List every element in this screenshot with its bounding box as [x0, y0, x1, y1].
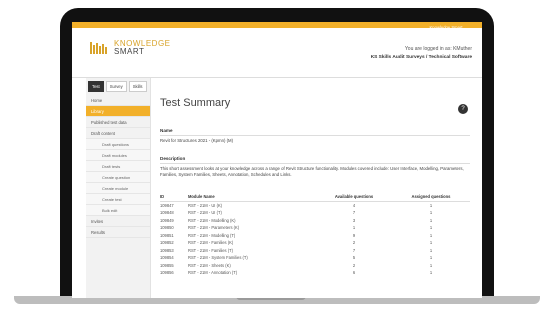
organisation-text[interactable]: KS Skills Audit Surveys / Technical Soft…: [371, 55, 472, 60]
laptop-screen: Knowledge Smart KNOWLEDGE SMART You are …: [72, 22, 482, 298]
table-row[interactable]: 109848 RST - 21M - UI (T) 7 1: [160, 209, 470, 217]
table-cell: 109853: [160, 247, 174, 253]
table-cell: 109852: [160, 240, 174, 246]
sidebar-item[interactable]: Published test data: [86, 117, 150, 128]
sidebar-item[interactable]: Create module: [86, 183, 150, 194]
test-description: This short assessment looks at your know…: [160, 166, 464, 177]
table-cell: RST - 21M - Sheets (K): [188, 262, 231, 268]
table-cell: RST - 21M - Modelling (K): [188, 217, 236, 223]
page-title: Test Summary: [160, 97, 231, 109]
logo-word-smart: SMART: [114, 47, 145, 56]
sidebar-item[interactable]: Invites: [86, 216, 150, 227]
tab-test[interactable]: Test: [88, 81, 104, 92]
table-cell: 109848: [160, 210, 174, 216]
table-cell: RST - 21M - Families (T): [188, 247, 233, 253]
sidebar-item[interactable]: Results: [86, 227, 150, 238]
table-cell: RST - 21M - Modelling (T): [188, 232, 236, 238]
divider: [160, 163, 470, 164]
app-header: KNOWLEDGE SMART You are logged in as: KM…: [72, 28, 482, 78]
table-cell: 109851: [160, 232, 174, 238]
table-row[interactable]: 109849 RST - 21M - Modelling (K) 3 1: [160, 217, 470, 225]
table-cell: 7: [352, 247, 356, 253]
table-cell: 2: [352, 262, 356, 268]
table-header-row: ID Module Name Available questions Assig…: [160, 193, 470, 202]
table-cell: 7: [352, 210, 356, 216]
table-cell: 6: [352, 270, 356, 276]
table-cell: 1: [429, 232, 433, 238]
table-cell: 4: [352, 202, 356, 208]
divider: [160, 135, 470, 136]
table-cell: 3: [352, 217, 356, 223]
column-header-available: Available questions: [334, 194, 374, 200]
column-header-id: ID: [160, 194, 165, 200]
tab-skills[interactable]: Skills: [128, 81, 147, 92]
main-content: Test Summary ? Name Revit for Structures…: [160, 78, 472, 298]
table-cell: RST - 21M - UI (T): [188, 210, 222, 216]
table-cell: 109856: [160, 270, 174, 276]
table-cell: 109847: [160, 202, 174, 208]
table-row[interactable]: 109856 RST - 21M - Annotation (T) 6 1: [160, 269, 470, 277]
table-cell: 1: [429, 240, 433, 246]
table-row[interactable]: 109855 RST - 21M - Sheets (K) 2 1: [160, 262, 470, 270]
table-row[interactable]: 109851 RST - 21M - Modelling (T) 9 1: [160, 232, 470, 240]
sidebar-item[interactable]: Draft questions: [86, 139, 150, 150]
table-row[interactable]: 109847 RST - 21M - UI (K) 4 1: [160, 202, 470, 210]
table-cell: 1: [429, 217, 433, 223]
sidebar-item[interactable]: Draft content: [86, 128, 150, 139]
table-cell: RST - 21M - System Families (T): [188, 255, 248, 261]
table-cell: 2: [352, 240, 356, 246]
sidebar-item[interactable]: Home: [86, 95, 150, 106]
table-cell: 109849: [160, 217, 174, 223]
test-name: Revit for Structures 2021 - (Kpmn) (M): [160, 138, 234, 143]
table-row[interactable]: 109852 RST - 21M - Families (K) 2 1: [160, 239, 470, 247]
sidebar-item[interactable]: Create question: [86, 172, 150, 183]
table-cell: 1: [429, 210, 433, 216]
sidebar-list: Home Library Published test data Draft cont…: [86, 95, 150, 238]
table-cell: 9: [352, 232, 356, 238]
column-header-module: Module Name: [188, 194, 215, 200]
sidebar: Test Survey Skills Home Library Published …: [86, 78, 151, 298]
logged-in-text[interactable]: You are logged in as: KMuther: [405, 46, 472, 52]
table-cell: 109854: [160, 255, 174, 261]
table-cell: RST - 21M - Parameters (K): [188, 225, 240, 231]
sidebar-item[interactable]: Create test: [86, 194, 150, 205]
table-row[interactable]: 109850 RST - 21M - Parameters (K) 1 1: [160, 224, 470, 232]
description-label: Description: [160, 156, 186, 161]
table-cell: 109855: [160, 262, 174, 268]
table-cell: 109850: [160, 225, 174, 231]
table-body: 109847 RST - 21M - UI (K) 4 1 109848 RST - 21…: [160, 202, 470, 277]
table-cell: 1: [429, 255, 433, 261]
modules-table: ID Module Name Available questions Assig…: [160, 193, 470, 277]
sidebar-item[interactable]: Draft modules: [86, 150, 150, 161]
table-cell: 1: [429, 270, 433, 276]
table-cell: RST - 21M - Families (K): [188, 240, 234, 246]
table-cell: RST - 21M - Annotation (T): [188, 270, 238, 276]
name-label: Name: [160, 128, 173, 133]
sidebar-item[interactable]: Library: [86, 106, 150, 117]
table-cell: 1: [429, 247, 433, 253]
sidebar-tabs: Test Survey Skills: [86, 78, 150, 95]
table-row[interactable]: 109853 RST - 21M - Families (T) 7 1: [160, 247, 470, 255]
table-cell: 1: [352, 225, 356, 231]
table-row[interactable]: 109854 RST - 21M - System Families (T) 5 1: [160, 254, 470, 262]
table-cell: RST - 21M - UI (K): [188, 202, 223, 208]
table-cell: 1: [429, 225, 433, 231]
logo-icon: [90, 42, 107, 54]
sidebar-item[interactable]: Bulk edit: [86, 205, 150, 216]
column-header-assigned: Assigned questions: [411, 194, 451, 200]
help-icon[interactable]: ?: [458, 104, 468, 114]
tab-survey[interactable]: Survey: [105, 81, 127, 92]
table-cell: 1: [429, 202, 433, 208]
sidebar-item[interactable]: Draft tests: [86, 161, 150, 172]
table-cell: 5: [352, 255, 356, 261]
table-cell: 1: [429, 262, 433, 268]
